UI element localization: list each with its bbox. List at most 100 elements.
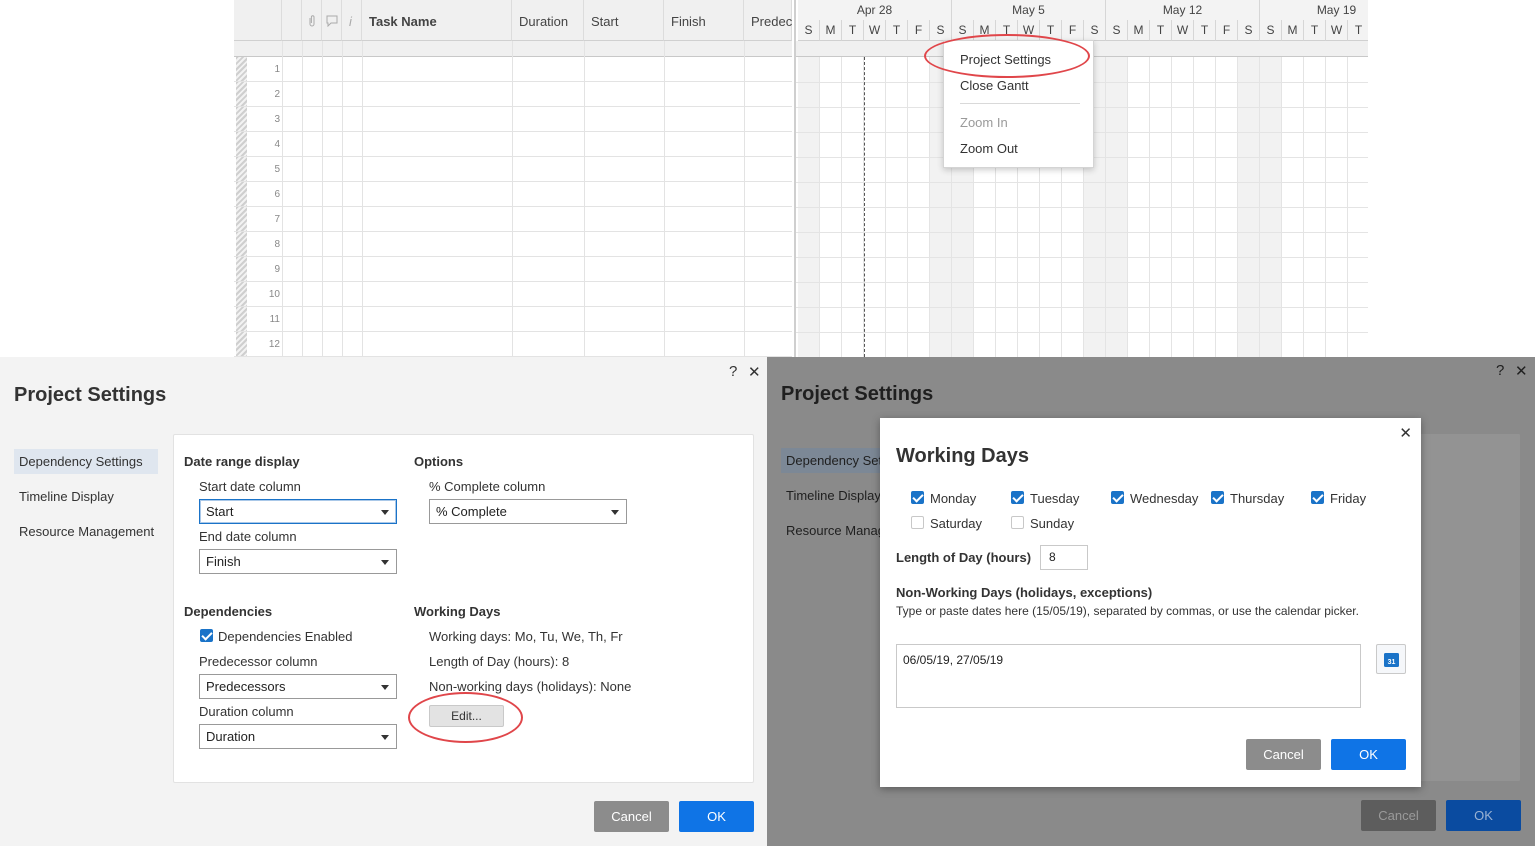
close-icon[interactable]: ✕: [1399, 424, 1412, 442]
end-date-select[interactable]: Finish: [199, 549, 397, 574]
ok-button[interactable]: OK: [679, 801, 754, 832]
help-icon[interactable]: ?: [729, 363, 737, 380]
row-drag-handle[interactable]: [236, 232, 247, 256]
menu-item-project-settings[interactable]: Project Settings: [960, 52, 1051, 67]
ok-button[interactable]: OK: [1331, 739, 1406, 770]
section-heading-options: Options: [414, 454, 464, 469]
column-divider: [664, 41, 665, 357]
complete-column-select[interactable]: % Complete: [429, 499, 627, 524]
gantt-context-menu: Project Settings Close Gantt Zoom In Zoo…: [943, 40, 1094, 168]
chevron-down-icon: [381, 510, 389, 515]
row-drag-handle[interactable]: [236, 157, 247, 181]
checkbox-saturday[interactable]: [911, 516, 924, 529]
table-row[interactable]: 8: [234, 232, 792, 257]
edit-working-days-button[interactable]: Edit...: [429, 705, 504, 727]
chevron-down-icon: [381, 560, 389, 565]
table-row[interactable]: 3: [234, 107, 792, 132]
calendar-icon: 31: [1384, 653, 1399, 667]
duration-column-select[interactable]: Duration: [199, 724, 397, 749]
complete-column-label: % Complete column: [429, 479, 546, 494]
table-row[interactable]: 5: [234, 157, 792, 182]
svg-text:31: 31: [1388, 659, 1396, 666]
table-row[interactable]: 10: [234, 282, 792, 307]
table-row[interactable]: 4: [234, 132, 792, 157]
table-row[interactable]: 2: [234, 82, 792, 107]
nav-item-timeline-display[interactable]: Timeline Display: [781, 483, 881, 508]
checkbox-tuesday[interactable]: [1011, 491, 1024, 504]
close-icon[interactable]: ✕: [1515, 362, 1528, 380]
row-number: 7: [274, 214, 280, 225]
row-drag-handle[interactable]: [236, 107, 247, 131]
gantt-day-header: S: [1238, 20, 1260, 41]
handle-header: [282, 0, 302, 41]
section-heading-dependencies: Dependencies: [184, 604, 273, 619]
gantt-week-header: May 12: [1106, 0, 1260, 20]
day-label-monday: Monday: [930, 491, 977, 506]
info-column-header[interactable]: i: [342, 0, 362, 41]
checkbox-monday[interactable]: [911, 491, 924, 504]
gantt-day-header: T: [1150, 20, 1172, 41]
length-of-day-label: Length of Day (hours): [896, 550, 1032, 565]
column-header-duration[interactable]: Duration: [512, 0, 584, 41]
row-drag-handle[interactable]: [236, 132, 247, 156]
length-of-day-input[interactable]: 8: [1040, 545, 1088, 570]
chevron-down-icon: [611, 510, 619, 515]
cancel-button[interactable]: Cancel: [594, 801, 669, 832]
start-date-label: Start date column: [199, 479, 301, 494]
menu-item-zoom-in[interactable]: Zoom In: [960, 115, 1008, 130]
row-drag-handle[interactable]: [236, 332, 247, 356]
row-drag-handle[interactable]: [236, 82, 247, 106]
column-header-finish[interactable]: Finish: [664, 0, 744, 41]
close-icon[interactable]: ✕: [748, 363, 761, 381]
gantt-day-header: W: [1326, 20, 1348, 41]
start-date-select[interactable]: Start: [199, 499, 397, 524]
menu-item-close-gantt[interactable]: Close Gantt: [960, 78, 1029, 93]
gantt-day-header: T: [996, 20, 1018, 41]
day-label-friday: Friday: [1330, 491, 1367, 506]
calendar-picker-button[interactable]: 31: [1376, 644, 1406, 674]
column-divider: [342, 41, 343, 357]
row-drag-handle[interactable]: [236, 282, 247, 306]
nav-item-timeline-display[interactable]: Timeline Display: [14, 484, 119, 509]
row-drag-handle[interactable]: [236, 307, 247, 331]
table-row[interactable]: 7: [234, 207, 792, 232]
column-header-predecessors[interactable]: Predec: [744, 0, 792, 41]
comments-column-header[interactable]: [322, 0, 342, 41]
row-drag-handle[interactable]: [236, 207, 247, 231]
table-row[interactable]: 9: [234, 257, 792, 282]
attachment-column-header[interactable]: [302, 0, 322, 41]
gantt-day-header: F: [1062, 20, 1084, 41]
non-working-days-input[interactable]: 06/05/19, 27/05/19: [896, 644, 1361, 708]
row-number: 4: [274, 139, 280, 150]
row-drag-handle[interactable]: [236, 182, 247, 206]
checkbox-thursday[interactable]: [1211, 491, 1224, 504]
column-divider: [282, 41, 283, 357]
menu-item-zoom-out[interactable]: Zoom Out: [960, 141, 1018, 156]
select-value: Predecessors: [206, 679, 286, 694]
table-row[interactable]: 12: [234, 332, 792, 357]
gantt-day-header: T: [1348, 20, 1368, 41]
row-number: 9: [274, 264, 280, 275]
nav-item-resource-management[interactable]: Resource Management: [14, 519, 159, 544]
checkbox-sunday[interactable]: [1011, 516, 1024, 529]
checkbox-wednesday[interactable]: [1111, 491, 1124, 504]
column-header-task-name[interactable]: Task Name: [362, 0, 512, 41]
row-drag-handle[interactable]: [236, 257, 247, 281]
gantt-row-line: [796, 182, 1368, 183]
row-drag-handle[interactable]: [236, 57, 247, 81]
nav-item-resource-management[interactable]: Resource Management: [781, 518, 881, 543]
table-row[interactable]: 11: [234, 307, 792, 332]
gantt-day-header: W: [1172, 20, 1194, 41]
table-row[interactable]: 1: [234, 57, 792, 82]
predecessor-column-select[interactable]: Predecessors: [199, 674, 397, 699]
gantt-row-line: [796, 207, 1368, 208]
nav-item-dependency-settings[interactable]: Dependency Settings: [14, 449, 158, 474]
day-label-sunday: Sunday: [1030, 516, 1075, 531]
column-header-start[interactable]: Start: [584, 0, 664, 41]
cancel-button[interactable]: Cancel: [1246, 739, 1321, 770]
table-row[interactable]: 6: [234, 182, 792, 207]
section-heading-date-range: Date range display: [184, 454, 300, 469]
dependencies-enabled-checkbox[interactable]: [200, 629, 213, 642]
checkbox-friday[interactable]: [1311, 491, 1324, 504]
help-icon[interactable]: ?: [1496, 362, 1504, 379]
